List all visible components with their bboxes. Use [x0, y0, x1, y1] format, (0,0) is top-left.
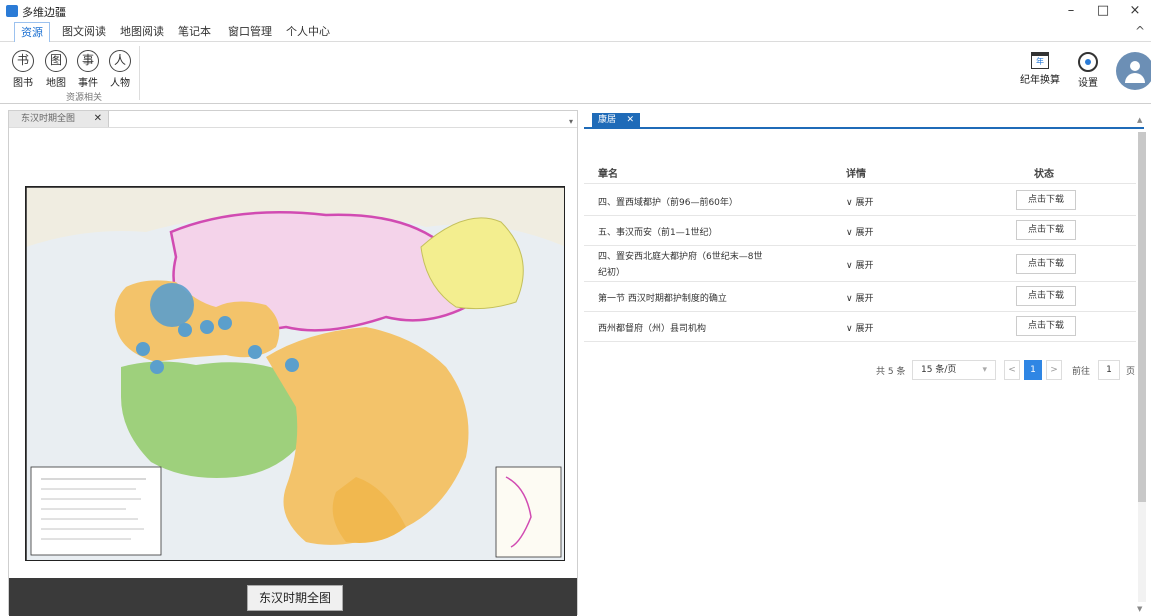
resources-group-label: 资源相关	[66, 93, 103, 103]
tab-map-reading[interactable]: 地图阅读	[120, 22, 164, 42]
person-icon: 人	[109, 50, 131, 72]
calendar-convert-label: 纪年换算	[1020, 75, 1060, 86]
expand-link[interactable]: ∨ 展开	[846, 291, 873, 304]
chapter-name: 西州都督府（州）县司机构	[598, 324, 707, 334]
table-row: 五、事汉而安（前1—1世纪） ∨ 展开 点击下载	[584, 216, 1136, 246]
scrollbar[interactable]	[1138, 132, 1146, 602]
page-suffix: 页	[1126, 367, 1136, 377]
tab-divider	[9, 127, 577, 128]
tab-window-manager[interactable]: 窗口管理	[228, 22, 272, 42]
table-row: 四、置安西北庭大都护府（6世纪末—8世纪初） ∨ 展开 点击下载	[584, 246, 1136, 282]
kangju-tab[interactable]: 康居 ✕	[592, 113, 640, 127]
event-icon: 事	[77, 50, 99, 72]
table-row: 第一节 西汉时期都护制度的确立 ∨ 展开 点击下载	[584, 282, 1136, 312]
maps-button[interactable]: 图 地图	[43, 50, 69, 89]
maps-label: 地图	[46, 78, 66, 89]
tab-list-dropdown-icon[interactable]: ▾	[569, 117, 573, 126]
persons-label: 人物	[110, 78, 130, 89]
table-row: 四、置西域都护（前96—前60年） ∨ 展开 点击下载	[584, 186, 1136, 216]
download-button[interactable]: 点击下载	[1016, 220, 1076, 240]
persons-button[interactable]: 人 人物	[107, 50, 133, 89]
tab-personal-center[interactable]: 个人中心	[286, 22, 330, 42]
tab-notebook[interactable]: 笔记本	[178, 22, 211, 42]
next-page-button[interactable]: >	[1046, 360, 1062, 380]
ribbon: 书 图书 图 地图 事 事件 人 人物 资源相关 年 纪年换算 设置	[0, 42, 1151, 104]
chapter-name: 第一节 西汉时期都护制度的确立	[598, 294, 727, 304]
map-icon: 图	[45, 50, 67, 72]
download-button[interactable]: 点击下载	[1016, 190, 1076, 210]
col-chapter-name: 章名	[598, 169, 618, 180]
chapter-name: 五、事汉而安（前1—1世纪）	[598, 228, 718, 238]
scrollbar-thumb[interactable]	[1138, 132, 1146, 502]
app-logo-icon	[6, 5, 18, 17]
prev-page-button[interactable]: <	[1004, 360, 1020, 380]
kangju-tab-label: 康居	[598, 115, 617, 125]
tab-underline	[584, 127, 1144, 129]
chapter-name: 四、置西域都护（前96—前60年）	[598, 198, 738, 208]
group-divider	[139, 46, 140, 100]
app-title: 多维边疆	[22, 6, 66, 19]
table-header: 章名 详情 状态	[584, 158, 1136, 184]
books-label: 图书	[13, 78, 33, 89]
collapse-ribbon-icon[interactable]: ^	[1135, 24, 1145, 38]
map-tab-label: 东汉时期全图	[21, 114, 76, 124]
expand-link[interactable]: ∨ 展开	[846, 195, 873, 208]
chapter-name: 四、置安西北庭大都护府（6世纪末—8世纪初）	[598, 252, 763, 278]
download-button[interactable]: 点击下载	[1016, 286, 1076, 306]
minimize-button[interactable]: –	[1056, 2, 1086, 20]
calendar-icon: 年	[1031, 52, 1049, 69]
chapter-pane: 康居 ✕ ▲ ▼ 章名 详情 状态 四、置西域都护（前96—前60年） ∨ 展开…	[584, 110, 1151, 615]
tab-text-reading[interactable]: 图文阅读	[62, 22, 106, 42]
pagination-total: 共 5 条	[876, 367, 906, 377]
historical-map[interactable]	[25, 186, 565, 561]
close-tab-icon[interactable]: ✕	[94, 111, 102, 127]
chevron-down-icon: ▾	[982, 365, 987, 375]
current-page-button[interactable]: 1	[1024, 360, 1042, 380]
map-tab[interactable]: 东汉时期全图 ✕	[9, 111, 109, 127]
menu-bar: 资源 图文阅读 地图阅读 笔记本 窗口管理 个人中心	[0, 22, 1151, 43]
avatar[interactable]	[1116, 52, 1151, 90]
col-detail: 详情	[846, 169, 866, 180]
gear-icon	[1078, 52, 1098, 72]
map-footer-bar: 东汉时期全图	[9, 578, 577, 616]
close-button[interactable]: ×	[1120, 2, 1150, 20]
expand-link[interactable]: ∨ 展开	[846, 258, 873, 271]
page-size-select[interactable]: 15 条/页 ▾	[912, 360, 996, 380]
scroll-up-icon[interactable]: ▲	[1137, 116, 1142, 124]
close-tab-icon[interactable]: ✕	[626, 113, 634, 127]
expand-link[interactable]: ∨ 展开	[846, 321, 873, 334]
events-label: 事件	[78, 78, 98, 89]
title-bar: 多维边疆 – □ ×	[0, 0, 1151, 22]
download-button[interactable]: 点击下载	[1016, 316, 1076, 336]
goto-page-input[interactable]: 1	[1098, 360, 1120, 380]
maximize-button[interactable]: □	[1088, 2, 1118, 20]
events-button[interactable]: 事 事件	[75, 50, 101, 89]
settings-label: 设置	[1078, 78, 1098, 89]
col-status: 状态	[1034, 169, 1054, 180]
calendar-convert-button[interactable]: 年 纪年换算	[1020, 52, 1060, 86]
map-title-button[interactable]: 东汉时期全图	[247, 585, 343, 611]
settings-button[interactable]: 设置	[1078, 52, 1098, 89]
download-button[interactable]: 点击下载	[1016, 254, 1076, 274]
book-icon: 书	[12, 50, 34, 72]
expand-link[interactable]: ∨ 展开	[846, 225, 873, 238]
goto-label: 前往	[1072, 367, 1091, 377]
scroll-down-icon[interactable]: ▼	[1137, 605, 1142, 613]
map-pane: 东汉时期全图 ✕ ▾ 东汉时期全图	[8, 110, 578, 616]
tab-resources[interactable]: 资源	[14, 22, 50, 43]
map-image	[26, 187, 564, 560]
page-size-value: 15 条/页	[921, 365, 957, 375]
table-row: 西州都督府（州）县司机构 ∨ 展开 点击下载	[584, 312, 1136, 342]
books-button[interactable]: 书 图书	[10, 50, 36, 89]
